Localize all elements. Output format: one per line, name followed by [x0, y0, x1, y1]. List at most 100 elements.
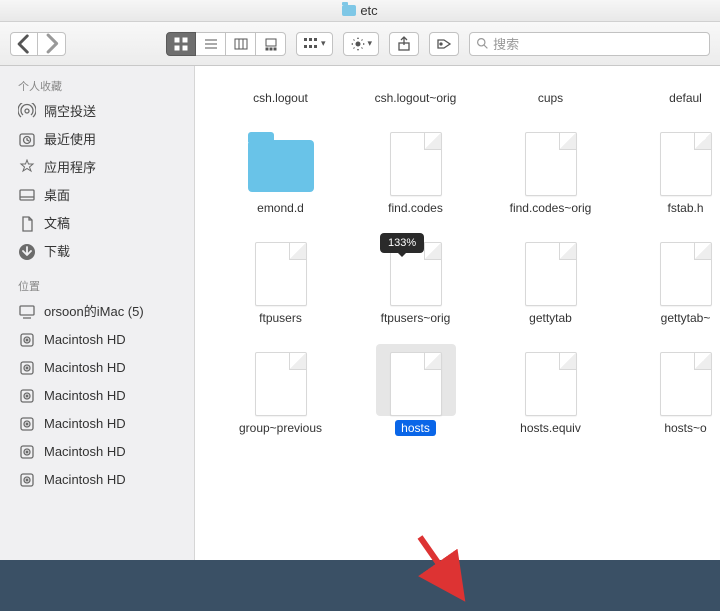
computer-icon	[18, 303, 36, 321]
column-view-button[interactable]	[226, 32, 256, 56]
file-label: ftpusers	[253, 310, 308, 326]
file-icon	[525, 352, 577, 416]
file-item-selected[interactable]: hosts	[348, 344, 483, 436]
icon-view-button[interactable]	[166, 32, 196, 56]
nav-group	[10, 32, 66, 56]
window-title: etc	[342, 3, 377, 18]
disk-icon	[18, 387, 36, 405]
file-icon	[390, 132, 442, 196]
chevron-down-icon: ▾	[368, 38, 373, 49]
file-item[interactable]: find.codes	[348, 124, 483, 216]
folder-icon	[248, 140, 314, 192]
document-icon	[18, 215, 36, 233]
file-label: find.codes~orig	[504, 200, 598, 216]
file-label: defaul	[663, 90, 708, 106]
sidebar-item-computer[interactable]: orsoon的iMac (5)	[0, 298, 194, 326]
file-label: hosts.equiv	[514, 420, 587, 436]
file-item[interactable]: hosts~o	[618, 344, 720, 436]
sidebar-item-label: Macintosh HD	[44, 357, 126, 379]
gallery-view-button[interactable]	[256, 32, 286, 56]
sidebar-item-label: 隔空投送	[44, 101, 96, 123]
file-label: gettytab	[523, 310, 578, 326]
sidebar-item-desktop[interactable]: 桌面	[0, 182, 194, 210]
sidebar-item-recents[interactable]: 最近使用	[0, 126, 194, 154]
file-label: hosts~o	[658, 420, 712, 436]
finder-window: etc	[0, 0, 720, 560]
sidebar-item-label: Macintosh HD	[44, 329, 126, 351]
sidebar-item-disk[interactable]: Macintosh HD	[0, 438, 194, 466]
folder-item[interactable]: emond.d	[213, 124, 348, 216]
back-button[interactable]	[10, 32, 38, 56]
toolbar: ▾ ▾ 搜索	[0, 22, 720, 66]
file-item[interactable]: group~previous	[213, 344, 348, 436]
disk-icon	[18, 443, 36, 461]
file-item[interactable]: gettytab	[483, 234, 618, 326]
zoom-tooltip: 133%	[380, 233, 424, 253]
search-placeholder: 搜索	[493, 34, 519, 53]
sidebar-item-disk[interactable]: Macintosh HD	[0, 466, 194, 494]
disk-icon	[18, 331, 36, 349]
desktop-icon	[18, 187, 36, 205]
file-label: csh.logout	[247, 90, 314, 106]
title-text: etc	[360, 3, 377, 18]
file-grid[interactable]: csh.logout csh.logout~orig cups defaul e…	[195, 66, 720, 560]
sidebar-item-disk[interactable]: Macintosh HD	[0, 354, 194, 382]
file-label: find.codes	[382, 200, 449, 216]
list-view-button[interactable]	[196, 32, 226, 56]
file-item[interactable]: cups	[483, 76, 618, 106]
airdrop-icon	[18, 103, 36, 121]
apps-icon	[18, 159, 36, 177]
file-item[interactable]: defaul	[618, 76, 720, 106]
sidebar-item-airdrop[interactable]: 隔空投送	[0, 98, 194, 126]
file-item[interactable]: fstab.h	[618, 124, 720, 216]
sidebar-item-label: 下载	[44, 241, 70, 263]
sidebar: 个人收藏 隔空投送 最近使用 应用程序 桌面 文稿	[0, 66, 195, 560]
file-icon	[525, 132, 577, 196]
file-item[interactable]: ftpusers	[213, 234, 348, 326]
file-label: emond.d	[251, 200, 310, 216]
file-label: csh.logout~orig	[369, 90, 463, 106]
tags-button[interactable]	[429, 32, 459, 56]
file-label: cups	[532, 90, 569, 106]
file-icon	[255, 242, 307, 306]
file-item[interactable]: hosts.equiv	[483, 344, 618, 436]
forward-button[interactable]	[38, 32, 66, 56]
sidebar-item-disk[interactable]: Macintosh HD	[0, 410, 194, 438]
file-icon	[660, 352, 712, 416]
sidebar-header-favorites: 个人收藏	[0, 74, 194, 98]
file-icon	[525, 242, 577, 306]
file-icon	[390, 352, 442, 416]
file-item[interactable]: find.codes~orig	[483, 124, 618, 216]
sidebar-item-disk[interactable]: Macintosh HD	[0, 382, 194, 410]
sidebar-item-label: Macintosh HD	[44, 413, 126, 435]
file-label: fstab.h	[661, 200, 709, 216]
search-input[interactable]: 搜索	[469, 32, 710, 56]
search-icon	[476, 37, 489, 50]
sidebar-item-applications[interactable]: 应用程序	[0, 154, 194, 182]
sidebar-item-label: 应用程序	[44, 157, 96, 179]
sidebar-item-label: Macintosh HD	[44, 385, 126, 407]
disk-icon	[18, 359, 36, 377]
sidebar-item-label: 文稿	[44, 213, 70, 235]
file-icon	[660, 242, 712, 306]
chevron-down-icon: ▾	[321, 38, 326, 49]
group-by-button[interactable]: ▾	[296, 32, 333, 56]
sidebar-item-downloads[interactable]: 下载	[0, 238, 194, 266]
file-icon	[255, 352, 307, 416]
file-item[interactable]: csh.logout	[213, 76, 348, 106]
sidebar-item-documents[interactable]: 文稿	[0, 210, 194, 238]
sidebar-item-label: 最近使用	[44, 129, 96, 151]
action-button[interactable]: ▾	[343, 32, 380, 56]
sidebar-item-label: 桌面	[44, 185, 70, 207]
file-icon	[660, 132, 712, 196]
titlebar[interactable]: etc	[0, 0, 720, 22]
view-mode-group	[166, 32, 286, 56]
sidebar-item-disk[interactable]: Macintosh HD	[0, 326, 194, 354]
file-item[interactable]: csh.logout~orig	[348, 76, 483, 106]
file-item[interactable]: gettytab~	[618, 234, 720, 326]
sidebar-item-label: Macintosh HD	[44, 441, 126, 463]
disk-icon	[18, 415, 36, 433]
share-button[interactable]	[389, 32, 419, 56]
sidebar-item-label: orsoon的iMac (5)	[44, 301, 144, 323]
disk-icon	[18, 471, 36, 489]
